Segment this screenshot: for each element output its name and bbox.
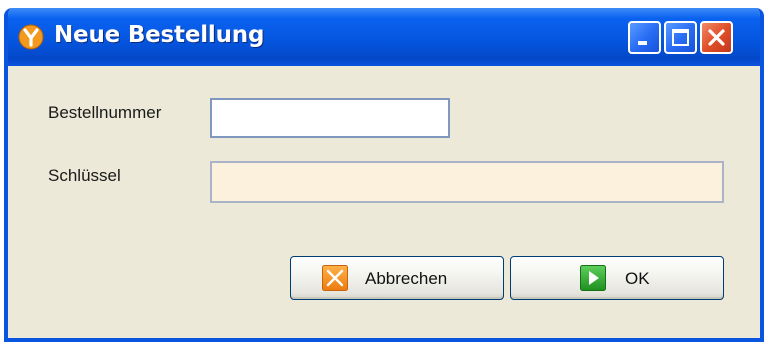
minimize-button[interactable] bbox=[628, 21, 661, 54]
bestellnummer-label: Bestellnummer bbox=[48, 103, 162, 122]
maximize-button[interactable] bbox=[664, 21, 697, 54]
bestellnummer-input[interactable] bbox=[210, 98, 450, 138]
ok-button[interactable]: OK bbox=[510, 256, 724, 300]
schluessel-field[interactable] bbox=[210, 161, 724, 203]
close-button[interactable] bbox=[700, 21, 733, 54]
schluessel-label: Schlüssel bbox=[48, 166, 121, 185]
maximize-icon bbox=[672, 29, 689, 46]
minimize-icon bbox=[638, 41, 647, 45]
ok-button-label: OK bbox=[625, 269, 650, 288]
play-arrow-icon bbox=[580, 265, 606, 291]
dialog-window: Neue Bestellung Bestellnummer Schlüssel bbox=[4, 8, 764, 342]
window-title: Neue Bestellung bbox=[54, 22, 265, 48]
title-bar[interactable]: Neue Bestellung bbox=[8, 8, 760, 66]
cancel-button-label: Abbrechen bbox=[365, 269, 448, 288]
cancel-x-icon bbox=[322, 265, 348, 291]
y-logo-icon bbox=[18, 24, 44, 50]
close-icon bbox=[708, 29, 725, 46]
cancel-button[interactable]: Abbrechen bbox=[290, 256, 504, 300]
